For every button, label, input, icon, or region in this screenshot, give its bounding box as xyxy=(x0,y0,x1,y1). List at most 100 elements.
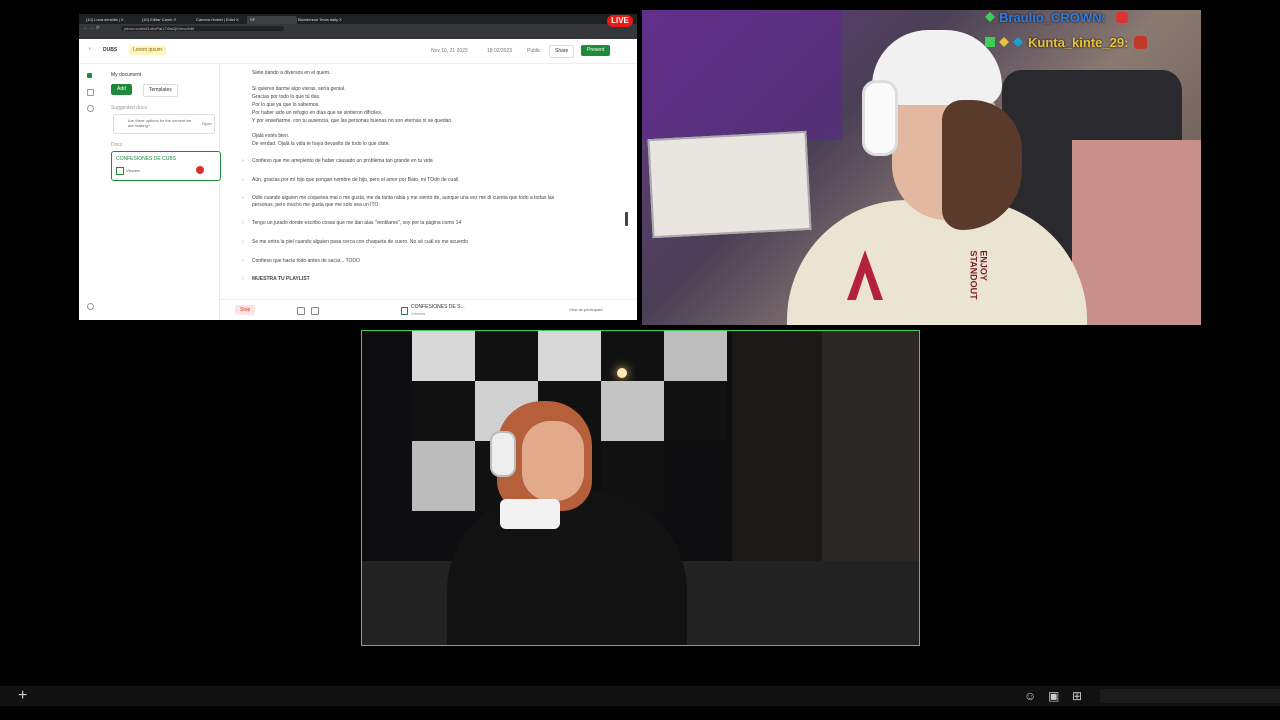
chevron-right-icon[interactable]: › xyxy=(242,177,244,183)
suggested-section-label: Suggested docs xyxy=(111,105,147,111)
whiteboard xyxy=(647,130,812,239)
sidebar-heading: My document xyxy=(111,72,142,78)
panel-dark xyxy=(664,381,727,441)
scrollbar[interactable] xyxy=(625,212,628,226)
chevron-right-icon[interactable]: › xyxy=(242,276,244,282)
camera-icon[interactable] xyxy=(311,307,319,315)
doc-line: Siete dando a diversos en el quem. xyxy=(252,70,331,76)
nav-arrows-icon[interactable]: ← → ⟳ xyxy=(83,25,100,31)
doc-line: Y por enseñarme, con tu ausencia, que la… xyxy=(252,118,453,124)
suggestion-card[interactable]: Are there options for the content we are… xyxy=(113,114,215,134)
browser-tab[interactable]: Camera Hostel | Edict X xyxy=(193,16,249,24)
present-button[interactable]: Present xyxy=(581,45,611,56)
suggestion-action[interactable]: Open xyxy=(202,121,212,126)
browser-tab[interactable]: (10) Editar Camb X xyxy=(139,16,195,24)
chat-input[interactable] xyxy=(1100,689,1280,703)
chevron-right-icon[interactable]: › xyxy=(242,239,244,245)
browser-tab-bar: (10) Luna sencilla | X (10) Editar Camb … xyxy=(79,14,637,24)
person-body xyxy=(447,491,687,645)
doc-line: Por lo que ya que lo sabemos. xyxy=(252,102,320,108)
doc-line: Por haber sido un refugio en días que se… xyxy=(252,110,383,116)
doc-date: Nov 10, 21 2023 xyxy=(431,48,468,54)
record-icon[interactable] xyxy=(196,166,204,174)
browser-tab[interactable]: Blanderson Tecla daily X xyxy=(295,16,353,24)
gift-icon[interactable]: ⊞ xyxy=(1072,686,1082,706)
badge-icon xyxy=(985,37,995,47)
doc-card-title: CONFESIONES DE CUBS xyxy=(116,156,177,162)
panel-light xyxy=(664,331,727,381)
footer-card-sub: Viewers xyxy=(411,311,426,316)
doc-line: Aún, gracias por mí hijo que pongan nomb… xyxy=(252,177,459,183)
couch xyxy=(1072,140,1201,325)
app-header: ‹ DUBS Lorem ipsum Nov 10, 21 2023 18:02… xyxy=(79,39,637,64)
chat-username: Kunta_kinte_29: xyxy=(1028,35,1129,50)
doc-footer: Stop CONFESIONES DE S... Viewers View as… xyxy=(219,299,637,320)
doc-line: Confieso que hacía todo antes de sacar..… xyxy=(252,258,360,264)
chat-username: Braulio_CROWN: xyxy=(999,10,1106,25)
templates-button[interactable]: Templates xyxy=(143,84,178,97)
doc-icon xyxy=(116,167,124,175)
panel-dark xyxy=(475,331,538,381)
saved-time: 18:02/2023 xyxy=(487,48,513,54)
doc-card-sub: Viewers xyxy=(126,168,141,173)
add-button[interactable]: Add xyxy=(111,84,132,95)
chevron-right-icon[interactable]: › xyxy=(242,220,244,226)
address-bar[interactable]: ydocs.com/d/1ohvPaLt7r5w2jhVmv/edit xyxy=(121,26,284,31)
mic-icon[interactable] xyxy=(297,307,305,315)
stop-button[interactable]: Stop xyxy=(235,305,256,315)
panel-light xyxy=(412,331,475,381)
doc-line: Se me entra la piel cuando alguien pasa … xyxy=(252,239,468,245)
doc-line: personas, pero mucho me gusta que me sol… xyxy=(252,202,380,208)
gem-icon xyxy=(1013,37,1023,47)
shirt-print: ENJOY STANDOUT xyxy=(968,250,989,300)
webcam-streamer-1: ENJOY STANDOUT Braulio_CROWN: Kunta_kinte… xyxy=(642,10,1201,325)
doc-line: Ojalá estés bien. xyxy=(252,133,290,139)
person-face xyxy=(522,421,584,501)
doc-line: Odio cuando alguien me coquetea mal o me… xyxy=(252,195,555,201)
panel-dark xyxy=(601,331,664,381)
doc-badge: Lorem ipsum xyxy=(129,46,166,55)
browser-tab[interactable]: (10) Luna sencilla | X xyxy=(83,16,141,24)
doc-card[interactable]: CONFESIONES DE CUBS Viewers xyxy=(111,151,221,181)
doc-line: Tengo un jurado donde escribo cosas que … xyxy=(252,220,462,226)
chevron-right-icon[interactable]: › xyxy=(242,195,244,201)
doc-line: MUESTRA TU PLAYLIST xyxy=(252,276,310,282)
browser-tab-active[interactable]: SF xyxy=(247,16,297,24)
doc-line: Si quieres darme algo vieras, sería geni… xyxy=(252,86,346,92)
panel-light xyxy=(412,441,475,511)
webcam-streamer-2 xyxy=(361,330,920,646)
doc-icon xyxy=(401,307,408,315)
visibility-label[interactable]: Public xyxy=(527,48,541,54)
gem-icon xyxy=(999,37,1009,47)
light-bulb xyxy=(617,368,627,378)
footer-card-title: CONFESIONES DE S... xyxy=(411,304,465,310)
panel-dark xyxy=(412,381,475,441)
emoji-icon[interactable]: ☺ xyxy=(1024,686,1036,706)
view-participant-link[interactable]: View as participant xyxy=(569,307,603,312)
plus-icon[interactable]: + xyxy=(18,686,27,706)
gem-icon xyxy=(985,12,995,22)
doc-line: Confieso que me arrepiento de haber caus… xyxy=(252,158,433,164)
doc-line: Gracias por todo lo que tú das. xyxy=(252,94,321,100)
room-wall xyxy=(642,10,842,140)
panel-light xyxy=(538,331,601,381)
image-icon[interactable]: ▣ xyxy=(1048,686,1059,706)
emote-icon xyxy=(1116,12,1128,23)
emote-icon xyxy=(1134,36,1147,49)
chevron-right-icon[interactable]: › xyxy=(242,258,244,264)
browser-toolbar: ← → ⟳ ydocs.com/d/1ohvPaLt7r5w2jhVmv/edi… xyxy=(79,24,637,33)
doc-line: De verdad. Ojalá la vida te haya devuelt… xyxy=(252,141,390,147)
doc-title[interactable]: DUBS xyxy=(103,47,117,53)
back-icon[interactable]: ‹ xyxy=(89,46,91,52)
shirt xyxy=(500,499,560,529)
screen-share-browser: (10) Luna sencilla | X (10) Editar Camb … xyxy=(79,14,637,320)
chevron-right-icon[interactable]: › xyxy=(242,158,244,164)
headphone-cup xyxy=(490,431,516,477)
share-button[interactable]: Share xyxy=(549,45,575,58)
suggestion-text: Are there options for the content we are… xyxy=(128,118,192,128)
bottom-toolbar: + ☺ ▣ ⊞ xyxy=(0,686,1280,706)
headphone-cup xyxy=(862,80,898,156)
panel-light xyxy=(601,381,664,441)
docs-section-label: Docs xyxy=(111,142,123,148)
live-badge: LIVE xyxy=(607,15,633,27)
